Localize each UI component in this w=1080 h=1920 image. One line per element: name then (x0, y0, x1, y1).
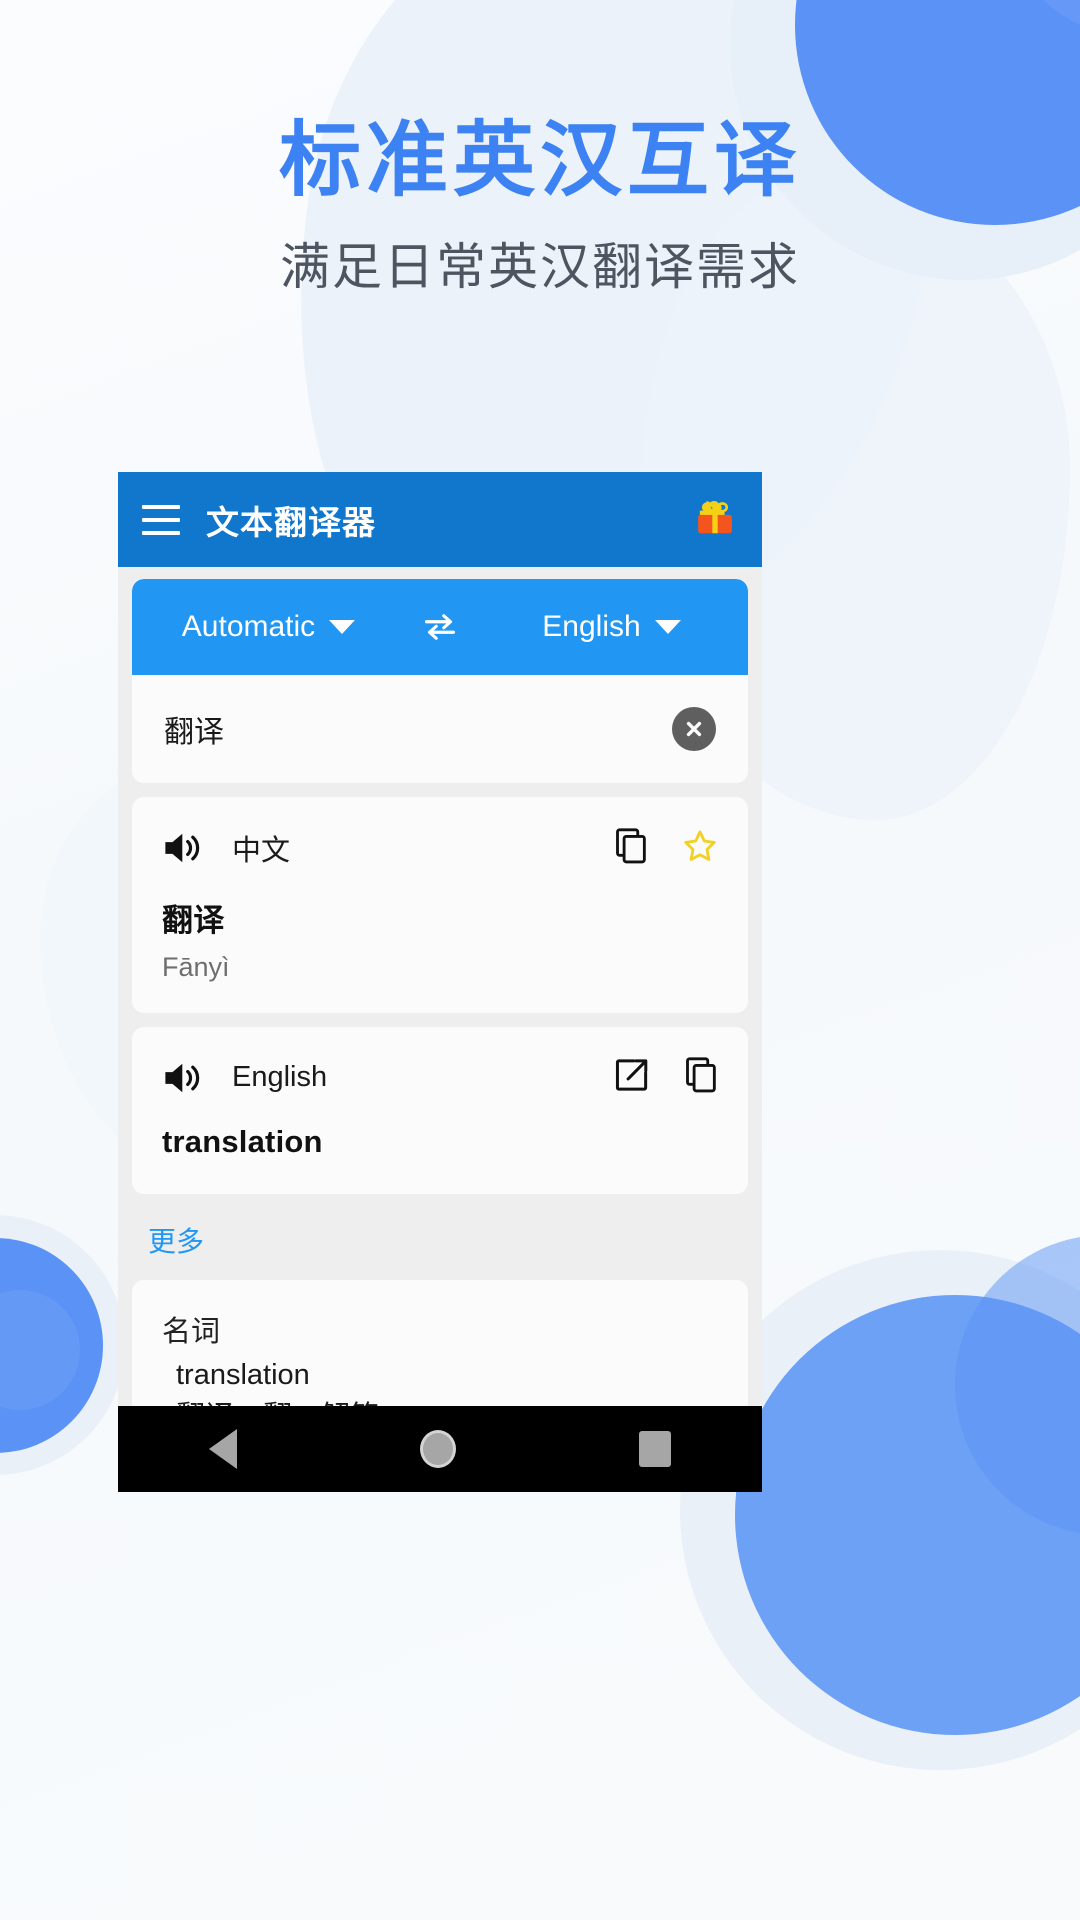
swap-horizontal-icon[interactable] (405, 612, 475, 642)
app-bar: 文本翻译器 (118, 472, 762, 567)
dictionary-entry: translation 翻译，翻，解答 (162, 1354, 718, 1406)
translate-input-card: Automatic English 翻译 (132, 579, 748, 783)
share-external-icon[interactable] (614, 1057, 650, 1098)
source-language-selector[interactable]: Automatic (132, 610, 405, 644)
chevron-down-icon (329, 620, 356, 634)
result-card-source: 中文 翻译 Fānyì (132, 797, 748, 1013)
promo-headline: 标准英汉互译 (278, 115, 801, 206)
screen-content: Automatic English 翻译 中文 翻译 Fānyì English… (118, 567, 762, 1406)
hamburger-menu-icon[interactable] (142, 504, 180, 535)
clear-input-button[interactable] (672, 707, 716, 751)
back-triangle-icon[interactable] (209, 1429, 238, 1469)
source-text-row: 翻译 (132, 675, 748, 783)
source-language-label: Automatic (181, 610, 316, 643)
app-title: 文本翻译器 (206, 503, 376, 541)
star-icon[interactable] (682, 828, 718, 869)
result-pinyin: Fānyì (162, 952, 230, 982)
android-navigation-bar (118, 1406, 762, 1492)
dictionary-entry-word: translation (176, 1359, 310, 1391)
gift-icon[interactable] (692, 497, 738, 543)
copy-icon[interactable] (614, 827, 648, 869)
recents-square-icon[interactable] (638, 1431, 671, 1467)
target-language-selector[interactable]: English (475, 610, 748, 644)
dictionary-entry-definitions: 翻译，翻，解答 (176, 1396, 718, 1406)
result-actions (614, 1057, 718, 1098)
volume-speaker-icon[interactable] (162, 1058, 206, 1098)
copy-icon[interactable] (684, 1057, 718, 1098)
promo-header: 标准英汉互译 满足日常英汉翻译需求 (0, 0, 1080, 299)
result-header: 中文 (132, 797, 748, 869)
source-text-input[interactable]: 翻译 (164, 707, 672, 751)
target-language-label: English (542, 610, 641, 643)
promo-subheadline: 满足日常英汉翻译需求 (280, 238, 800, 295)
result-card-target: English translation (132, 1027, 748, 1194)
result-language-label: English (232, 1061, 328, 1093)
result-text: translation (162, 1124, 323, 1159)
more-link-row: 更多 (132, 1194, 748, 1280)
more-link[interactable]: 更多 (132, 1194, 220, 1280)
phone-screenshot: 文本翻译器 Automatic English 翻译 中文 翻译 Fānyì E… (118, 472, 762, 1492)
home-circle-icon[interactable] (419, 1430, 456, 1468)
dictionary-card: 名词 translation 翻译，翻，解答 interpretation 解释… (132, 1280, 748, 1406)
language-selector-bar: Automatic English (132, 579, 748, 675)
result-language-label: 中文 (232, 835, 291, 867)
result-actions (614, 827, 718, 869)
volume-speaker-icon[interactable] (162, 828, 206, 868)
result-text: 翻译 (162, 903, 225, 938)
result-header: English (132, 1027, 748, 1098)
part-of-speech-label: 名词 (162, 1316, 221, 1348)
chevron-down-icon (654, 620, 681, 634)
